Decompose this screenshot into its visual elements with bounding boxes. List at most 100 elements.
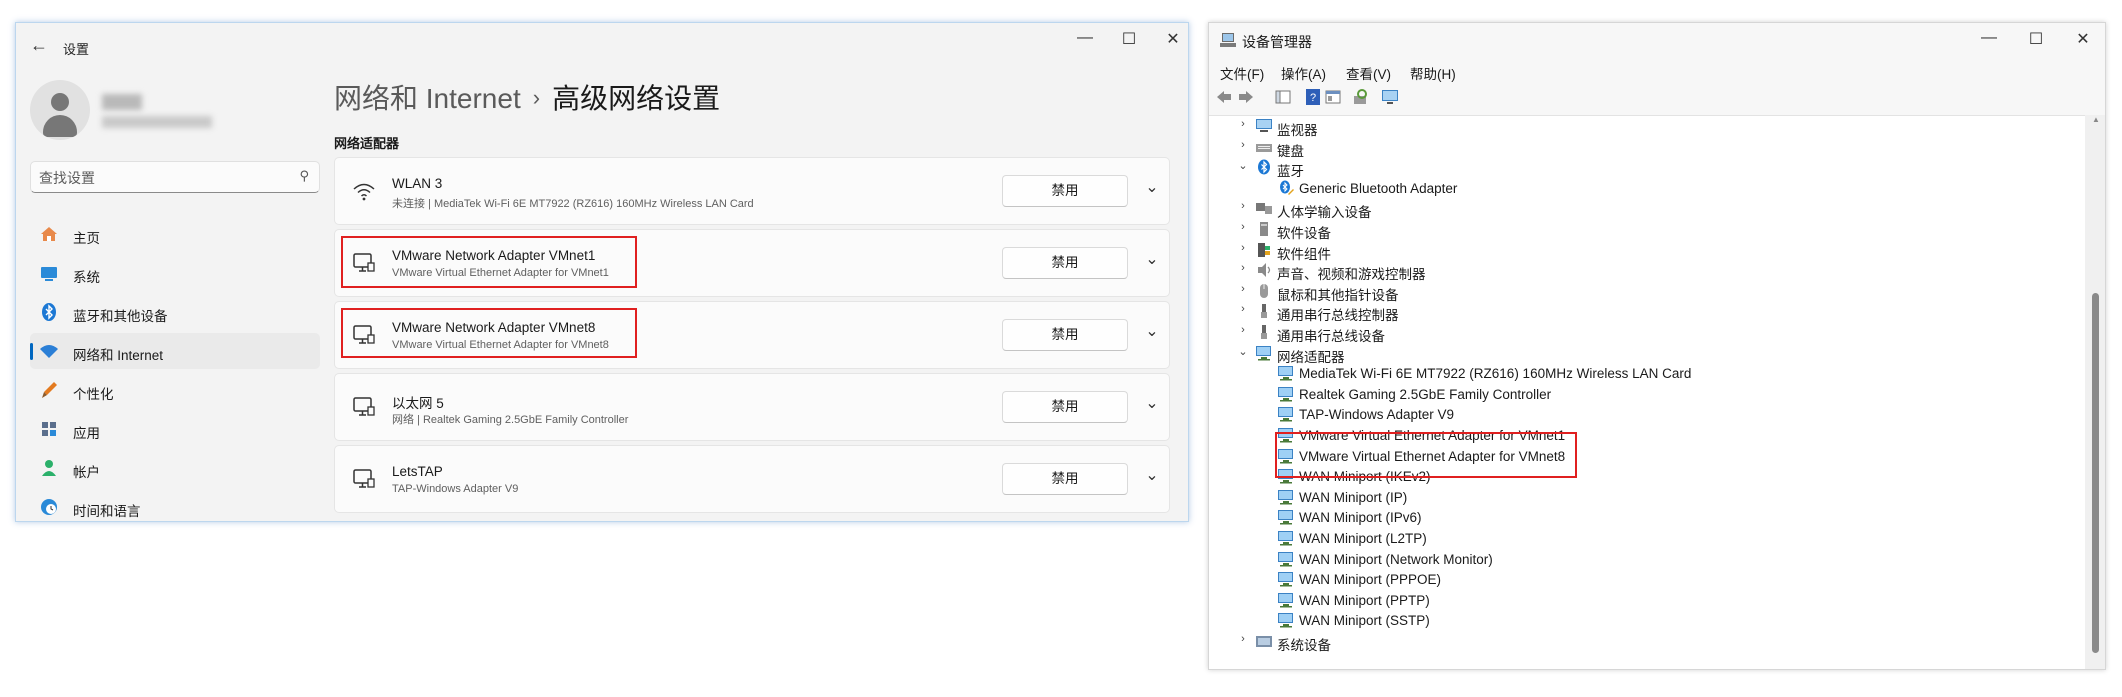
- chevron-right-icon[interactable]: ›: [1237, 633, 1249, 645]
- tree-node[interactable]: WAN Miniport (L2TP): [1209, 528, 2085, 549]
- scroll-thumb[interactable]: [2092, 293, 2099, 653]
- tree-node[interactable]: › 软件组件: [1209, 240, 2085, 262]
- close-button[interactable]: ✕: [2061, 29, 2105, 49]
- show-hide-tree-icon[interactable]: [1274, 88, 1292, 106]
- chevron-down-icon[interactable]: ⌄: [1140, 464, 1164, 488]
- tree-node[interactable]: WAN Miniport (SSTP): [1209, 610, 2085, 631]
- help-icon[interactable]: ?: [1304, 88, 1322, 106]
- chevron-down-icon[interactable]: ⌄: [1237, 345, 1249, 358]
- menu-help[interactable]: 帮助(H): [1410, 63, 1456, 83]
- tree-node[interactable]: › 鼠标和其他指针设备: [1209, 281, 2085, 303]
- tree-node[interactable]: › 监视器: [1209, 116, 2085, 138]
- chevron-right-icon[interactable]: ›: [1237, 139, 1249, 151]
- tree-node[interactable]: › 通用串行总线控制器: [1209, 301, 2085, 323]
- close-button[interactable]: ✕: [1151, 29, 1188, 49]
- ethernet-icon: [351, 395, 377, 419]
- chevron-down-icon[interactable]: ⌄: [1140, 248, 1164, 272]
- menu-view[interactable]: 查看(V): [1346, 63, 1391, 83]
- sidebar-item-system[interactable]: 系统: [30, 255, 320, 291]
- title-bar: ← 设置 — ☐ ✕: [16, 23, 1188, 67]
- blurred-username: [102, 94, 142, 110]
- vertical-scrollbar[interactable]: ▲: [2085, 115, 2105, 669]
- minimize-button[interactable]: —: [1063, 29, 1107, 47]
- monitor-icon[interactable]: [1381, 88, 1399, 106]
- sidebar-item-home[interactable]: 主页: [30, 216, 320, 252]
- highlight-box-vmware-adapters: [1275, 432, 1577, 478]
- back-arrow-icon[interactable]: ←: [30, 35, 48, 56]
- tree-node[interactable]: WAN Miniport (IPv6): [1209, 507, 2085, 528]
- chevron-down-icon[interactable]: ⌄: [1140, 320, 1164, 344]
- tree-node[interactable]: WAN Miniport (IP): [1209, 487, 2085, 508]
- network-adapter-icon: [1277, 592, 1295, 608]
- tree-node[interactable]: WAN Miniport (PPTP): [1209, 590, 2085, 611]
- forward-arrow-icon[interactable]: [1237, 88, 1255, 106]
- search-input[interactable]: [39, 168, 279, 188]
- sidebar-item-time-language[interactable]: 时间和语言: [30, 489, 320, 521]
- page-title: 高级网络设置: [552, 83, 721, 114]
- tree-node[interactable]: › 声音、视频和游戏控制器: [1209, 260, 2085, 282]
- tree-node[interactable]: Realtek Gaming 2.5GbE Family Controller: [1209, 384, 2085, 405]
- adapter-card[interactable]: 以太网 5 网络 | Realtek Gaming 2.5GbE Family …: [334, 373, 1170, 441]
- tree-node[interactable]: › 键盘: [1209, 137, 2085, 159]
- disable-button[interactable]: 禁用: [1002, 175, 1128, 207]
- chevron-right-icon[interactable]: ›: [1237, 283, 1249, 295]
- disable-button[interactable]: 禁用: [1002, 247, 1128, 279]
- properties-icon[interactable]: [1324, 88, 1342, 106]
- sidebar-item-accounts[interactable]: 帐户: [30, 450, 320, 486]
- chevron-right-icon[interactable]: ›: [1237, 200, 1249, 212]
- breadcrumb: 网络和 Internet › 高级网络设置: [334, 77, 720, 117]
- chevron-right-icon[interactable]: ›: [1237, 324, 1249, 336]
- disable-button[interactable]: 禁用: [1002, 391, 1128, 423]
- minimize-button[interactable]: —: [1967, 29, 2011, 47]
- chevron-right-icon[interactable]: ›: [1237, 242, 1249, 254]
- chevron-right-icon[interactable]: ›: [1237, 118, 1249, 130]
- chevron-down-icon[interactable]: ⌄: [1140, 392, 1164, 416]
- sidebar-item-personalization[interactable]: 个性化: [30, 372, 320, 408]
- chevron-right-icon[interactable]: ›: [1237, 262, 1249, 274]
- sidebar-item-bluetooth[interactable]: 蓝牙和其他设备: [30, 294, 320, 330]
- chevron-right-icon[interactable]: ›: [1237, 221, 1249, 233]
- tree-node[interactable]: › 人体学输入设备: [1209, 198, 2085, 220]
- mouse-icon: [1255, 283, 1273, 299]
- sidebar-item-label: 网络和 Internet: [73, 348, 164, 363]
- tree-node[interactable]: WAN Miniport (PPPOE): [1209, 569, 2085, 590]
- search-box[interactable]: ⚲: [30, 161, 320, 193]
- adapter-card[interactable]: WLAN 3 未连接 | MediaTek Wi-Fi 6E MT7922 (R…: [334, 157, 1170, 225]
- maximize-button[interactable]: ☐: [2014, 29, 2058, 49]
- tree-node-label: MediaTek Wi-Fi 6E MT7922 (RZ616) 160MHz …: [1299, 366, 1692, 382]
- scroll-up-icon[interactable]: ▲: [2085, 115, 2105, 129]
- sidebar-item-label: 系统: [73, 270, 100, 285]
- menu-file[interactable]: 文件(F): [1220, 63, 1264, 83]
- menu-action[interactable]: 操作(A): [1281, 63, 1326, 83]
- bluetooth-icon: [39, 302, 59, 322]
- settings-window: ← 设置 — ☐ ✕ ⚲ 主页 系统 蓝牙和其他设备: [15, 22, 1189, 522]
- tree-node-label: WAN Miniport (SSTP): [1299, 613, 1430, 629]
- maximize-button[interactable]: ☐: [1107, 29, 1151, 49]
- window-title: 设备管理器: [1242, 34, 1312, 50]
- sidebar-nav: 主页 系统 蓝牙和其他设备 网络和 Internet 个性化 应用 帐户 时间和…: [30, 216, 320, 521]
- sidebar-item-apps[interactable]: 应用: [30, 411, 320, 447]
- tree-node[interactable]: Generic Bluetooth Adapter: [1209, 178, 2085, 199]
- adapter-card[interactable]: LetsTAP TAP-Windows Adapter V9 禁用 ⌄: [334, 445, 1170, 513]
- tree-node[interactable]: › 通用串行总线设备: [1209, 322, 2085, 344]
- tree-node[interactable]: ⌄ 网络适配器: [1209, 343, 2085, 365]
- user-profile[interactable]: [30, 80, 330, 150]
- back-arrow-icon[interactable]: [1215, 88, 1233, 106]
- sidebar-item-network[interactable]: 网络和 Internet: [30, 333, 320, 369]
- disable-button[interactable]: 禁用: [1002, 463, 1128, 495]
- tree-node[interactable]: TAP-Windows Adapter V9: [1209, 404, 2085, 425]
- tree-node[interactable]: MediaTek Wi-Fi 6E MT7922 (RZ616) 160MHz …: [1209, 363, 2085, 384]
- tree-node[interactable]: › 系统设备: [1209, 631, 2085, 653]
- tree-node[interactable]: ⌄ 蓝牙: [1209, 157, 2085, 179]
- chevron-right-icon[interactable]: ›: [1237, 303, 1249, 315]
- speaker-icon: [1255, 262, 1273, 278]
- device-tree[interactable]: › 监视器 › 键盘 ⌄ 蓝牙 Generic Bluetooth Adapter › 人体学输…: [1209, 115, 2085, 669]
- disable-button[interactable]: 禁用: [1002, 319, 1128, 351]
- scan-hardware-icon[interactable]: [1351, 88, 1369, 106]
- tree-node[interactable]: › 软件设备: [1209, 219, 2085, 241]
- tree-node-label: WAN Miniport (PPPOE): [1299, 572, 1442, 588]
- chevron-down-icon[interactable]: ⌄: [1237, 159, 1249, 172]
- tree-node[interactable]: WAN Miniport (Network Monitor): [1209, 549, 2085, 570]
- breadcrumb-parent[interactable]: 网络和 Internet: [334, 83, 521, 114]
- chevron-down-icon[interactable]: ⌄: [1140, 176, 1164, 200]
